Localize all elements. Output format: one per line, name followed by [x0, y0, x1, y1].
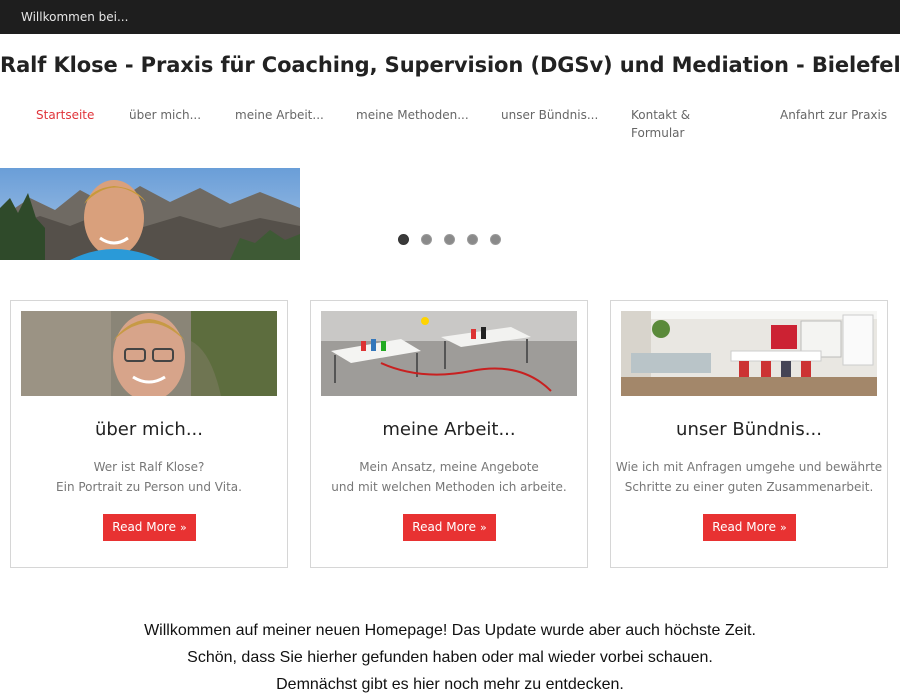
nav-item-meine-arbeit[interactable]: meine Arbeit...: [235, 106, 324, 124]
double-chevron-right-icon: »: [179, 521, 187, 534]
card-meine-arbeit-text-line1: Mein Ansatz, meine Angebote: [359, 460, 539, 474]
hero-slider: [0, 168, 900, 260]
card-unser-buendnis-image[interactable]: [621, 311, 877, 396]
card-ueber-mich-text-line2: Ein Portrait zu Person und Vita.: [56, 480, 242, 494]
card-ueber-mich-text-line1: Wer ist Ralf Klose?: [93, 460, 205, 474]
read-more-button-meine-arbeit[interactable]: Read More»: [403, 514, 496, 541]
nav-item-anfahrt[interactable]: Anfahrt zur Praxis: [780, 106, 887, 124]
double-chevron-right-icon: »: [779, 521, 787, 534]
card-unser-buendnis: unser Bündnis... Wie ich mit Anfragen um…: [610, 300, 888, 568]
slider-dot-3[interactable]: [444, 234, 455, 245]
slide-portrait-image: [0, 168, 300, 260]
read-more-label: Read More: [412, 520, 476, 534]
slider-dot-5[interactable]: [490, 234, 501, 245]
card-meine-arbeit: meine Arbeit... Mein Ansatz, meine Angeb…: [310, 300, 588, 568]
card-ueber-mich-image[interactable]: [21, 311, 277, 396]
welcome-text-line3: Demnächst gibt es hier noch mehr zu entd…: [276, 676, 624, 693]
nav-item-kontakt[interactable]: Kontakt & Formular: [631, 106, 690, 142]
card-meine-arbeit-image[interactable]: [321, 311, 577, 396]
nav-item-startseite[interactable]: Startseite: [36, 106, 94, 124]
card-ueber-mich: über mich... Wer ist Ralf Klose? Ein Por…: [10, 300, 288, 568]
read-more-label: Read More: [112, 520, 176, 534]
top-bar: Willkommen bei...: [0, 0, 900, 34]
double-chevron-right-icon: »: [479, 521, 487, 534]
site-title[interactable]: Ralf Klose - Praxis für Coaching, Superv…: [0, 53, 900, 77]
welcome-text-line1: Willkommen auf meiner neuen Homepage! Da…: [144, 622, 756, 639]
welcome-text-line2: Schön, dass Sie hierher gefunden haben o…: [187, 649, 713, 666]
card-ueber-mich-title[interactable]: über mich...: [11, 419, 287, 440]
nav-item-kontakt-line2: Formular: [631, 126, 685, 140]
nav-item-kontakt-line1: Kontakt &: [631, 108, 691, 122]
card-meine-arbeit-title[interactable]: meine Arbeit...: [311, 419, 587, 440]
card-meine-arbeit-text-line2: und mit welchen Methoden ich arbeite.: [331, 480, 567, 494]
slider-dot-1[interactable]: [398, 234, 409, 245]
main-navigation: Startseite über mich... meine Arbeit... …: [0, 106, 900, 146]
card-unser-buendnis-title[interactable]: unser Bündnis...: [611, 419, 887, 440]
topbar-welcome-text: Willkommen bei...: [21, 10, 129, 24]
nav-item-meine-methoden[interactable]: meine Methoden...: [356, 106, 469, 124]
card-unser-buendnis-text-line2: Schritte zu einer guten Zusammenarbeit.: [624, 480, 874, 494]
nav-item-ueber-mich[interactable]: über mich...: [129, 106, 201, 124]
card-unser-buendnis-text-line1: Wie ich mit Anfragen umgehe und bewährte: [615, 460, 883, 474]
nav-item-unser-buendnis[interactable]: unser Bündnis...: [501, 106, 598, 124]
read-more-label: Read More: [712, 520, 776, 534]
slider-dot-4[interactable]: [467, 234, 478, 245]
read-more-button-unser-buendnis[interactable]: Read More»: [703, 514, 796, 541]
read-more-button-ueber-mich[interactable]: Read More»: [103, 514, 196, 541]
slider-dot-2[interactable]: [421, 234, 432, 245]
